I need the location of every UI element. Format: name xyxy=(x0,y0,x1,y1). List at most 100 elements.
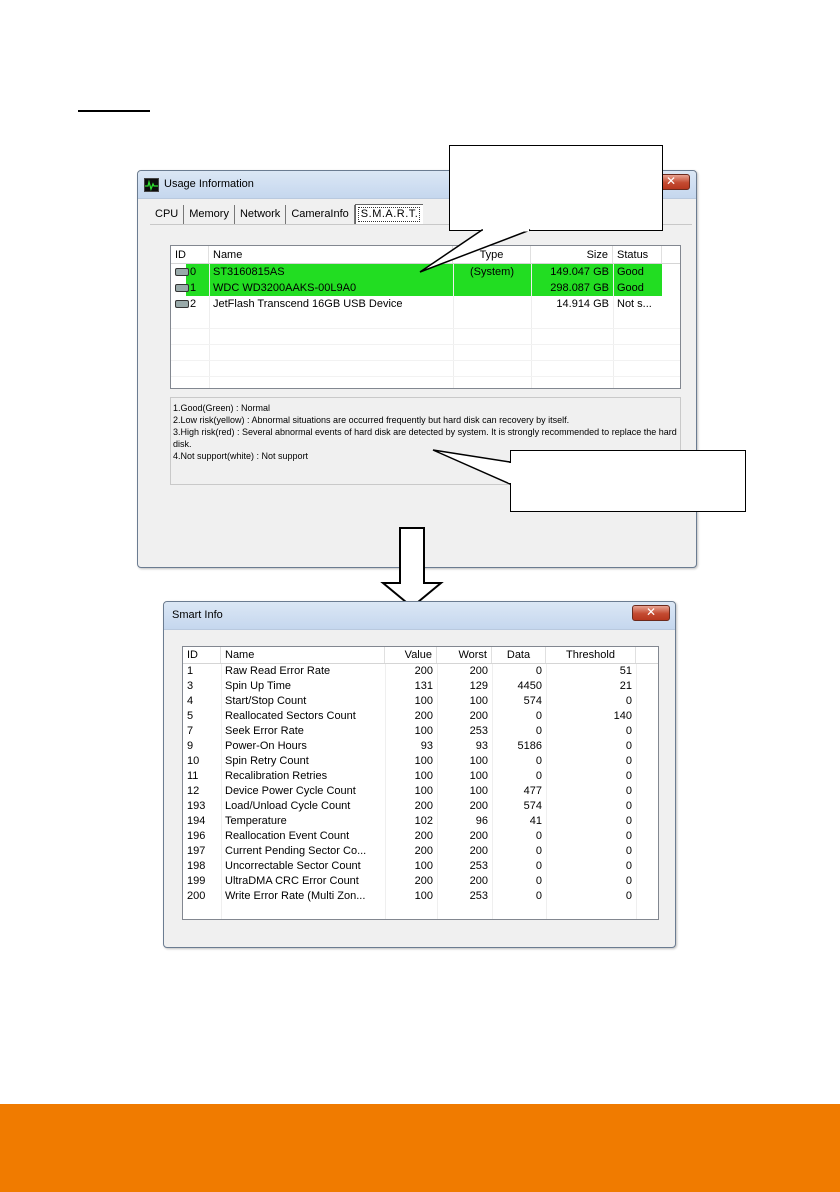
attribute-data: 0 xyxy=(535,860,542,872)
attribute-value: 93 xyxy=(420,740,433,752)
table-row[interactable]: 199 UltraDMA CRC Error Count 200 200 0 0 xyxy=(183,874,658,889)
tab-cpu[interactable]: CPU xyxy=(150,205,185,224)
disk-id: 1 xyxy=(190,282,197,294)
table-row[interactable]: 194 Temperature 102 96 41 0 xyxy=(183,814,658,829)
attribute-value: 100 xyxy=(414,725,433,737)
table-row[interactable]: 198 Uncorrectable Sector Count 100 253 0 0 xyxy=(183,859,658,874)
attribute-value: 131 xyxy=(414,680,433,692)
tab-strip: CPU Memory Network CameraInfo S.M.A.R.T. xyxy=(150,204,424,225)
disk-type xyxy=(453,280,531,296)
hard-disk-icon xyxy=(175,300,189,309)
attribute-worst: 200 xyxy=(469,800,488,812)
title-bar[interactable]: Smart Info ✕ xyxy=(164,602,675,630)
attribute-value: 100 xyxy=(414,755,433,767)
disk-id: 0 xyxy=(190,266,197,278)
window-title: Smart Info xyxy=(172,609,223,621)
column-header-id[interactable]: ID xyxy=(171,246,209,263)
grid-line xyxy=(546,664,547,919)
disk-name: ST3160815AS xyxy=(209,264,453,280)
attribute-value: 100 xyxy=(414,860,433,872)
column-header-data[interactable]: Data xyxy=(492,647,546,663)
callout-box-top xyxy=(449,145,663,231)
attribute-id: 9 xyxy=(187,740,194,752)
disk-id-cell: 0 xyxy=(171,264,209,280)
attribute-data: 0 xyxy=(535,770,542,782)
table-row[interactable]: 3 Spin Up Time 131 129 4450 21 xyxy=(183,679,658,694)
attribute-threshold: 0 xyxy=(625,845,632,857)
attribute-name: Start/Stop Count xyxy=(225,695,307,707)
attribute-threshold: 0 xyxy=(625,770,632,782)
attribute-id: 200 xyxy=(187,890,206,902)
column-header-type[interactable]: Type xyxy=(453,246,531,263)
attribute-name: Temperature xyxy=(225,815,287,827)
attribute-value: 200 xyxy=(414,665,433,677)
disk-status: Not s... xyxy=(617,298,652,310)
column-header-size[interactable]: Size xyxy=(531,246,613,263)
disk-row[interactable]: 0 ST3160815AS (System) 149.047 GB Good xyxy=(171,264,680,280)
disk-size: 298.087 GB xyxy=(531,280,613,296)
attribute-id: 5 xyxy=(187,710,194,722)
attribute-id: 197 xyxy=(187,845,206,857)
legend-high-risk: 3.High risk(red) : Several abnormal even… xyxy=(173,427,677,449)
attribute-name: Recalibration Retries xyxy=(225,770,328,782)
attribute-id: 194 xyxy=(187,815,206,827)
activity-monitor-icon xyxy=(144,178,159,192)
table-row[interactable]: 200 Write Error Rate (Multi Zon... 100 253 0… xyxy=(183,889,658,904)
legend-good: 1.Good(Green) : Normal xyxy=(173,403,271,413)
grid-line xyxy=(636,664,637,919)
disk-type: (System) xyxy=(453,264,531,280)
attribute-data: 0 xyxy=(535,665,542,677)
tab-memory[interactable]: Memory xyxy=(184,205,235,224)
table-row[interactable]: 7 Seek Error Rate 100 253 0 0 xyxy=(183,724,658,739)
grid-line xyxy=(171,376,680,377)
tab-smart[interactable]: S.M.A.R.T. xyxy=(354,204,424,225)
column-header-name[interactable]: Name xyxy=(221,647,385,663)
attribute-name: Reallocation Event Count xyxy=(225,830,350,842)
tab-camerainfo[interactable]: CameraInfo xyxy=(286,205,355,224)
attribute-worst: 200 xyxy=(469,845,488,857)
table-row[interactable]: 9 Power-On Hours 93 93 5186 0 xyxy=(183,739,658,754)
attribute-id: 199 xyxy=(187,875,206,887)
heading-underline xyxy=(78,110,150,112)
footer-bar xyxy=(0,1104,840,1192)
attribute-name: Uncorrectable Sector Count xyxy=(225,860,361,872)
attribute-threshold: 0 xyxy=(625,800,632,812)
disk-row[interactable]: 2 JetFlash Transcend 16GB USB Device 14.… xyxy=(171,296,680,312)
table-row[interactable]: 193 Load/Unload Cycle Count 200 200 574 0 xyxy=(183,799,658,814)
attribute-value: 200 xyxy=(414,800,433,812)
attribute-worst: 93 xyxy=(475,740,488,752)
column-header-status[interactable]: Status xyxy=(613,246,662,263)
disk-id-cell: 2 xyxy=(171,296,209,312)
grid-line xyxy=(171,328,680,329)
disk-status: Good xyxy=(613,264,662,280)
attribute-threshold: 21 xyxy=(619,680,632,692)
disk-row[interactable]: 1 WDC WD3200AAKS-00L9A0 298.087 GB Good xyxy=(171,280,680,296)
smart-list-header: ID Name Value Worst Data Threshold xyxy=(183,647,658,664)
table-row[interactable]: 196 Reallocation Event Count 200 200 0 0 xyxy=(183,829,658,844)
table-row[interactable]: 12 Device Power Cycle Count 100 100 477 0 xyxy=(183,784,658,799)
attribute-name: Device Power Cycle Count xyxy=(225,785,356,797)
disk-name: WDC WD3200AAKS-00L9A0 xyxy=(209,280,453,296)
close-button[interactable]: ✕ xyxy=(632,605,670,621)
attribute-name: UltraDMA CRC Error Count xyxy=(225,875,359,887)
attribute-value: 200 xyxy=(414,710,433,722)
attribute-worst: 100 xyxy=(469,785,488,797)
attribute-threshold: 0 xyxy=(625,830,632,842)
table-row[interactable]: 197 Current Pending Sector Co... 200 200 0 0 xyxy=(183,844,658,859)
tab-network[interactable]: Network xyxy=(234,205,287,224)
table-row[interactable]: 5 Reallocated Sectors Count 200 200 0 140 xyxy=(183,709,658,724)
attribute-data: 0 xyxy=(535,845,542,857)
table-row[interactable]: 1 Raw Read Error Rate 200 200 0 51 xyxy=(183,664,658,679)
grid-line xyxy=(385,664,386,919)
attribute-worst: 253 xyxy=(469,725,488,737)
column-header-value[interactable]: Value xyxy=(385,647,437,663)
attribute-data: 4450 xyxy=(517,680,542,692)
table-row[interactable]: 10 Spin Retry Count 100 100 0 0 xyxy=(183,754,658,769)
column-header-id[interactable]: ID xyxy=(183,647,221,663)
column-header-threshold[interactable]: Threshold xyxy=(546,647,636,663)
attribute-data: 41 xyxy=(529,815,542,827)
column-header-worst[interactable]: Worst xyxy=(437,647,492,663)
column-header-name[interactable]: Name xyxy=(209,246,453,263)
table-row[interactable]: 11 Recalibration Retries 100 100 0 0 xyxy=(183,769,658,784)
table-row[interactable]: 4 Start/Stop Count 100 100 574 0 xyxy=(183,694,658,709)
